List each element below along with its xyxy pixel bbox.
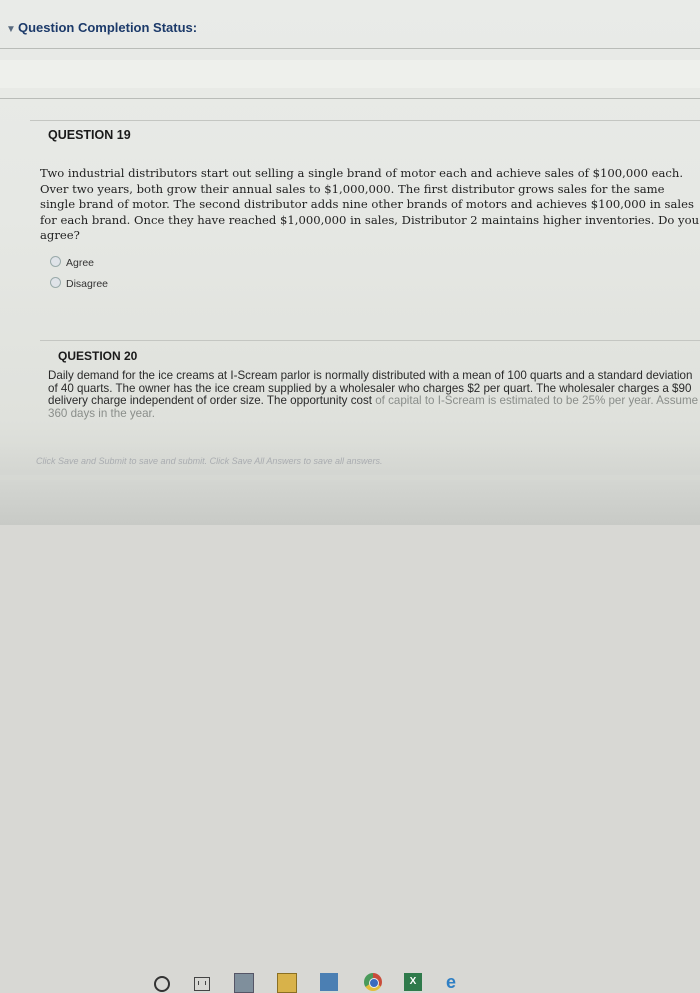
task-view-icon[interactable] <box>194 977 210 991</box>
divider <box>0 98 700 99</box>
collapse-chevron-icon[interactable]: ▼ <box>6 24 16 35</box>
radio-button[interactable] <box>50 256 61 267</box>
divider <box>0 48 700 49</box>
completion-status-title: Question Completion Status: <box>18 20 198 35</box>
question-19-text: Two industrial distributors start out se… <box>40 166 700 243</box>
radio-button[interactable] <box>50 277 61 288</box>
taskbar: X e <box>0 480 700 993</box>
file-explorer-icon[interactable] <box>277 973 297 993</box>
question-20-text: Daily demand for the ice creams at I-Scr… <box>48 370 700 426</box>
question-20-label: QUESTION 20 <box>58 349 138 363</box>
edge-icon[interactable]: e <box>446 973 464 991</box>
option-disagree[interactable]: Disagree <box>50 277 108 290</box>
question-19-label: QUESTION 19 <box>48 128 131 142</box>
option-label: Disagree <box>66 278 109 290</box>
app-icon[interactable] <box>320 973 338 991</box>
screen: ▼ Question Completion Status: QUESTION 1… <box>0 0 700 993</box>
excel-icon[interactable]: X <box>404 973 422 991</box>
progress-band <box>0 60 700 88</box>
save-submit-instructions: Click Save and Submit to save and submit… <box>36 456 383 466</box>
option-agree[interactable]: Agree <box>50 256 94 269</box>
option-label: Agree <box>66 257 95 269</box>
chrome-icon[interactable] <box>364 973 382 991</box>
store-icon[interactable] <box>234 973 254 993</box>
search-icon[interactable] <box>154 976 170 992</box>
completion-status-bar[interactable]: ▼ Question Completion Status: <box>0 14 700 44</box>
